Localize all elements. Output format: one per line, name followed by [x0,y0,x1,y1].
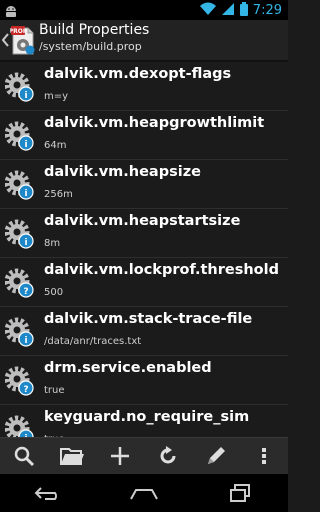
gear-question-icon: ? [4,268,35,298]
property-name: dalvik.vm.heapstartsize [44,213,241,229]
build-prop-app-icon[interactable]: PROP [9,24,36,56]
overflow-menu-icon[interactable] [246,440,282,472]
property-value: /data/anr/traces.txt [44,336,142,347]
svg-text:i: i [24,336,27,346]
list-item[interactable]: i dalvik.vm.heapgrowthlimit 64m [0,111,288,160]
svg-text:i: i [24,140,27,150]
list-item[interactable]: ? dalvik.vm.lockprof.threshold 500 [0,258,288,307]
page-title: Build Properties [39,22,150,38]
list-item[interactable]: i dalvik.vm.heapstartsize 8m [0,209,288,258]
svg-text:i: i [24,91,27,101]
property-value: 8m [44,238,61,249]
property-name: drm.service.enabled [44,360,212,376]
svg-text:i: i [24,238,27,248]
property-list[interactable]: i dalvik.vm.dexopt-flags m=y i dalvik.vm… [0,62,288,437]
bottom-toolbar [0,437,288,474]
property-value: m=y [44,91,69,102]
list-item[interactable]: i dalvik.vm.heapsize 256m [0,160,288,209]
back-icon[interactable] [24,478,72,508]
property-name: dalvik.vm.heapsize [44,164,201,180]
property-name: dalvik.vm.lockprof.threshold [44,262,279,278]
gear-info-icon: i [4,317,35,347]
wifi-icon [199,1,216,20]
up-navigation-icon[interactable] [1,32,9,51]
svg-text:?: ? [23,385,28,395]
property-value: 500 [44,287,64,298]
search-icon[interactable] [6,440,42,472]
home-icon[interactable] [120,478,168,508]
property-value: true [44,385,65,396]
list-item[interactable]: i dalvik.vm.dexopt-flags m=y [0,62,288,111]
svg-text:?: ? [23,287,28,297]
property-name: dalvik.vm.stack-trace-file [44,311,253,327]
folder-icon[interactable] [54,440,90,472]
add-icon[interactable] [102,440,138,472]
signal-icon [221,1,235,20]
gear-info-icon: i [4,219,35,249]
gear-question-icon: ? [4,366,35,396]
clock: 7:29 [252,2,282,18]
list-item[interactable]: i keyguard.no_require_sim true [0,405,288,437]
list-item[interactable]: ? drm.service.enabled true [0,356,288,405]
gear-info-icon: i [4,121,35,151]
property-name: dalvik.vm.heapgrowthlimit [44,115,265,131]
refresh-icon[interactable] [150,440,186,472]
action-bar: PROP Build Properties /system/build.prop [0,20,288,62]
file-path: /system/build.prop [39,40,142,53]
status-bar: 7:29 [0,0,288,20]
battery-icon [239,1,248,20]
edit-icon[interactable] [198,440,234,472]
navigation-bar [0,474,288,512]
property-name: keyguard.no_require_sim [44,409,250,425]
svg-text:PROP: PROP [10,28,28,35]
property-name: dalvik.vm.dexopt-flags [44,66,232,82]
property-value: 256m [44,189,73,200]
recent-apps-icon[interactable] [216,478,264,508]
gear-info-icon: i [4,72,35,102]
list-item[interactable]: i dalvik.vm.stack-trace-file /data/anr/t… [0,307,288,356]
property-value: 64m [44,140,67,151]
svg-text:i: i [24,189,27,199]
gear-info-icon: i [4,415,35,437]
gear-info-icon: i [4,170,35,200]
